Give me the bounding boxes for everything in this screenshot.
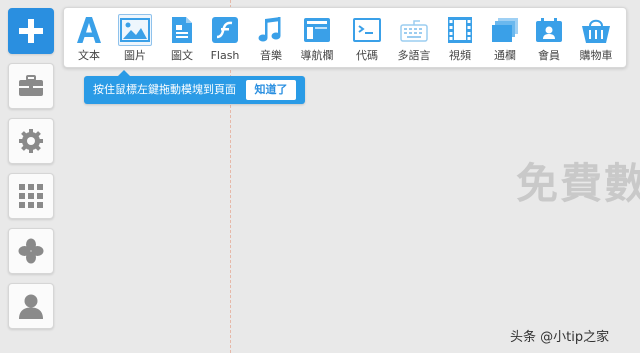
module-label: 文本 xyxy=(78,49,100,62)
module-label: 導航欄 xyxy=(300,49,334,62)
clover-icon xyxy=(18,238,44,264)
settings-button[interactable] xyxy=(8,118,54,164)
user-icon xyxy=(18,293,44,319)
module-text[interactable]: 文本 xyxy=(66,14,112,66)
account-button[interactable] xyxy=(8,283,54,329)
member-icon xyxy=(532,14,566,46)
module-banner[interactable]: 通欄 xyxy=(482,14,528,66)
navbar-icon xyxy=(300,14,334,46)
cart-icon xyxy=(579,14,613,46)
module-music[interactable]: 音樂 xyxy=(248,14,294,66)
video-icon xyxy=(443,14,477,46)
banner-icon xyxy=(488,14,522,46)
image-icon xyxy=(118,14,152,46)
module-label: Flash xyxy=(210,49,240,62)
module-multilanguage[interactable]: 多語言 xyxy=(391,14,437,66)
module-label: 音樂 xyxy=(260,49,282,62)
toolbox-icon xyxy=(18,75,44,97)
plus-icon xyxy=(17,17,45,45)
module-label: 視頻 xyxy=(449,49,471,62)
module-label: 圖片 xyxy=(124,49,146,62)
module-cart[interactable]: 購物車 xyxy=(573,14,619,66)
image-text-icon xyxy=(165,14,199,46)
toolbox-button[interactable] xyxy=(8,63,54,109)
module-label: 會員 xyxy=(538,49,560,62)
keyboard-icon xyxy=(397,14,431,46)
module-navbar[interactable]: 導航欄 xyxy=(294,14,340,66)
grid-icon xyxy=(18,183,44,209)
module-image-text[interactable]: 圖文 xyxy=(159,14,205,66)
music-icon xyxy=(254,14,288,46)
source-watermark: 头条 @小tip之家 xyxy=(510,330,610,345)
theme-button[interactable] xyxy=(8,228,54,274)
tooltip-message: 按住鼠標左鍵拖動模塊到頁面 xyxy=(93,83,236,96)
module-label: 圖文 xyxy=(171,49,193,62)
module-palette: 文本 圖片 圖文 Flash 音樂 導航欄 代碼 多語言 視頻 通欄 會員 購物… xyxy=(63,7,627,68)
module-flash[interactable]: Flash xyxy=(202,14,248,66)
module-label: 代碼 xyxy=(356,49,378,62)
module-video[interactable]: 視頻 xyxy=(437,14,483,66)
add-module-button[interactable] xyxy=(8,8,54,54)
flash-icon xyxy=(208,14,242,46)
got-it-button[interactable]: 知道了 xyxy=(246,80,296,100)
module-member[interactable]: 會員 xyxy=(526,14,572,66)
gear-icon xyxy=(18,128,44,154)
module-label: 通欄 xyxy=(494,49,516,62)
module-code[interactable]: 代碼 xyxy=(344,14,390,66)
module-label: 購物車 xyxy=(579,49,613,62)
code-icon xyxy=(350,14,384,46)
text-icon xyxy=(72,14,106,46)
layout-grid-button[interactable] xyxy=(8,173,54,219)
drag-hint-tooltip: 按住鼠標左鍵拖動模塊到頁面 知道了 xyxy=(84,70,305,104)
canvas-heading-text: 免費數 xyxy=(516,159,640,208)
module-image[interactable]: 圖片 xyxy=(112,14,158,66)
module-label: 多語言 xyxy=(397,49,431,62)
